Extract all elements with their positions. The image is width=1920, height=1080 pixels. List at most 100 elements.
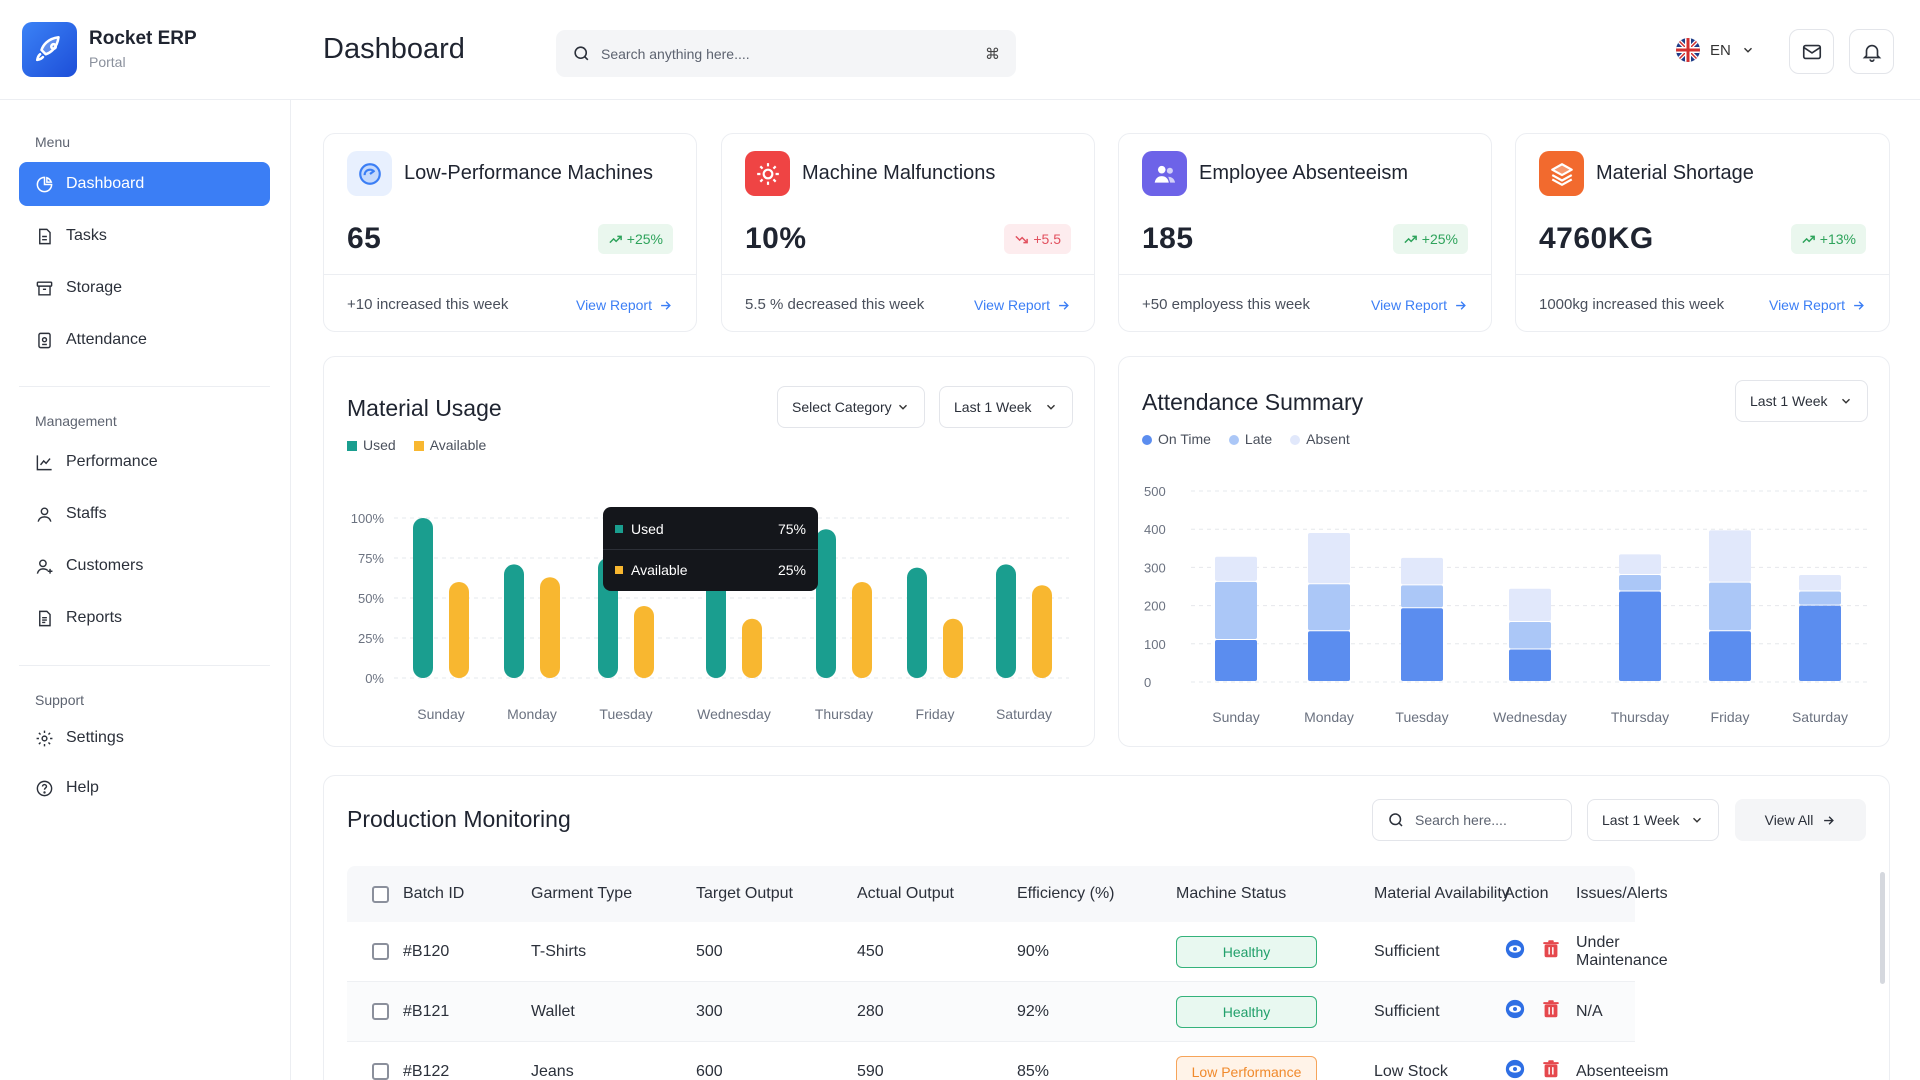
cell-actual: 450 <box>857 942 884 960</box>
arrow-right-icon <box>661 300 671 310</box>
chart-tooltip: Used 75% Available 25% <box>603 507 818 591</box>
col-machine-status[interactable]: Machine Status <box>1176 866 1286 922</box>
sidebar-divider <box>19 386 270 387</box>
trend-up-icon <box>609 235 622 243</box>
col-actual-output[interactable]: Actual Output <box>857 866 954 922</box>
table-search-input[interactable]: Search here.... <box>1372 799 1572 841</box>
delete-trash-icon[interactable] <box>1540 998 1562 1025</box>
stat-divider <box>1119 274 1491 275</box>
status-badge: Low Performance <box>1176 1055 1317 1080</box>
cell-material: Low Stock <box>1374 1062 1448 1080</box>
x-tick-label: Tuesday <box>599 706 652 722</box>
sidebar-item-attendance[interactable]: Attendance <box>19 318 270 362</box>
x-tick-label: Saturday <box>996 706 1052 722</box>
col-action[interactable]: Action <box>1504 866 1548 922</box>
stat-title: Material Shortage <box>1596 162 1754 184</box>
bar-late <box>1401 585 1443 608</box>
row-checkbox[interactable] <box>372 1063 389 1080</box>
delete-trash-icon[interactable] <box>1540 1058 1562 1080</box>
table-scrollbar[interactable] <box>1880 872 1885 984</box>
x-tick-label: Sunday <box>417 706 464 722</box>
col-issues-alerts[interactable]: Issues/Alerts <box>1576 866 1668 922</box>
rocket-logo-icon[interactable] <box>22 22 77 77</box>
sidebar-item-tasks[interactable]: Tasks <box>19 214 270 258</box>
select-all-checkbox[interactable] <box>372 885 389 903</box>
col-material-availability[interactable]: Material Availability <box>1374 866 1510 922</box>
stat-note: +10 increased this week <box>347 296 509 313</box>
app-subtitle: Portal <box>89 54 126 70</box>
language-label: EN <box>1710 41 1731 59</box>
range-select[interactable]: Last 1 Week <box>1587 799 1719 841</box>
col-efficiency[interactable]: Efficiency (%) <box>1017 866 1115 922</box>
global-search-input[interactable]: Search anything here.... ⌘ <box>556 30 1016 77</box>
mail-button[interactable] <box>1789 29 1834 74</box>
table-row[interactable]: #B121 Wallet 300 280 92% Sufficient N/A Healthy <box>347 982 1635 1042</box>
table-row[interactable]: #B122 Jeans 600 590 85% Low Stock Absenteeism L… <box>347 1042 1669 1080</box>
bar-used <box>504 564 524 678</box>
bar-available <box>540 577 560 678</box>
stat-divider <box>722 274 1094 275</box>
view-report-link[interactable]: View Report <box>1371 297 1468 313</box>
sidebar-item-staffs[interactable]: Staffs <box>19 492 270 536</box>
view-all-button[interactable]: View All <box>1735 799 1866 841</box>
archive-icon <box>36 280 53 296</box>
y-tick-label: 0% <box>365 671 384 686</box>
sidebar-item-performance[interactable]: Performance <box>19 440 270 484</box>
bell-icon <box>1862 44 1881 62</box>
cell-batch: #B121 <box>403 1002 450 1020</box>
sidebar-section-support: Support <box>35 692 85 708</box>
sidebar: Menu Dashboard Tasks Storage Attendance … <box>0 100 291 1080</box>
col-garment-type[interactable]: Garment Type <box>531 866 632 922</box>
view-report-link[interactable]: View Report <box>576 297 673 313</box>
cell-batch: #B122 <box>403 1062 450 1080</box>
shortcut-key: ⌘ <box>985 45 1000 63</box>
bar-used <box>413 518 433 678</box>
x-tick-label: Wednesday <box>697 706 771 722</box>
section-title: Production Monitoring <box>347 806 571 832</box>
cell-efficiency: 92% <box>1017 1002 1050 1020</box>
bar-absent <box>1509 588 1551 622</box>
col-batch-id[interactable]: Batch ID <box>403 866 464 922</box>
stat-card-low-performance: Low-Performance Machines 65 +25% +10 inc… <box>323 133 697 332</box>
sidebar-item-help[interactable]: Help <box>19 766 270 810</box>
bar-on-time <box>1709 631 1751 681</box>
bar-late <box>1509 622 1551 649</box>
table-row[interactable]: #B120 T-Shirts 500 450 90% Sufficient Under Ma… <box>347 922 1668 982</box>
employees-icon <box>1142 151 1187 196</box>
notification-button[interactable] <box>1849 29 1894 74</box>
bar-on-time <box>1619 591 1661 681</box>
bar-absent <box>1401 557 1443 585</box>
bar-on-time <box>1308 631 1350 681</box>
sidebar-divider <box>19 665 270 666</box>
row-checkbox[interactable] <box>372 943 389 960</box>
search-placeholder: Search anything here.... <box>601 45 750 62</box>
view-eye-icon[interactable] <box>1504 998 1526 1025</box>
cell-issues: Under Maintenance <box>1576 933 1668 969</box>
report-icon <box>39 610 51 626</box>
arrow-right-icon <box>1854 300 1864 310</box>
top-header: Rocket ERP Portal Dashboard Search anyth… <box>0 0 1920 100</box>
stat-divider <box>1516 274 1889 275</box>
cell-garment: T-Shirts <box>531 942 587 960</box>
view-report-link[interactable]: View Report <box>1769 297 1866 313</box>
language-selector[interactable]: EN <box>1676 38 1755 62</box>
view-eye-icon[interactable] <box>1504 938 1526 965</box>
sidebar-item-reports[interactable]: Reports <box>19 596 270 640</box>
delete-trash-icon[interactable] <box>1540 938 1562 965</box>
bar-absent <box>1619 554 1661 575</box>
view-report-link[interactable]: View Report <box>974 297 1071 313</box>
help-icon <box>36 780 53 796</box>
row-checkbox[interactable] <box>372 1003 389 1020</box>
sidebar-item-settings[interactable]: Settings <box>19 716 270 760</box>
sidebar-item-storage[interactable]: Storage <box>19 266 270 310</box>
view-eye-icon[interactable] <box>1504 1058 1526 1080</box>
cell-actual: 590 <box>857 1062 884 1080</box>
trend-badge: +25% <box>1392 224 1468 254</box>
sidebar-item-dashboard[interactable]: Dashboard <box>19 162 270 206</box>
x-tick-label: Thursday <box>815 706 873 722</box>
col-target-output[interactable]: Target Output <box>696 866 793 922</box>
sidebar-item-customers[interactable]: Customers <box>19 544 270 588</box>
bar-available <box>449 582 469 678</box>
search-icon <box>1389 813 1403 827</box>
bar-on-time <box>1509 649 1551 681</box>
